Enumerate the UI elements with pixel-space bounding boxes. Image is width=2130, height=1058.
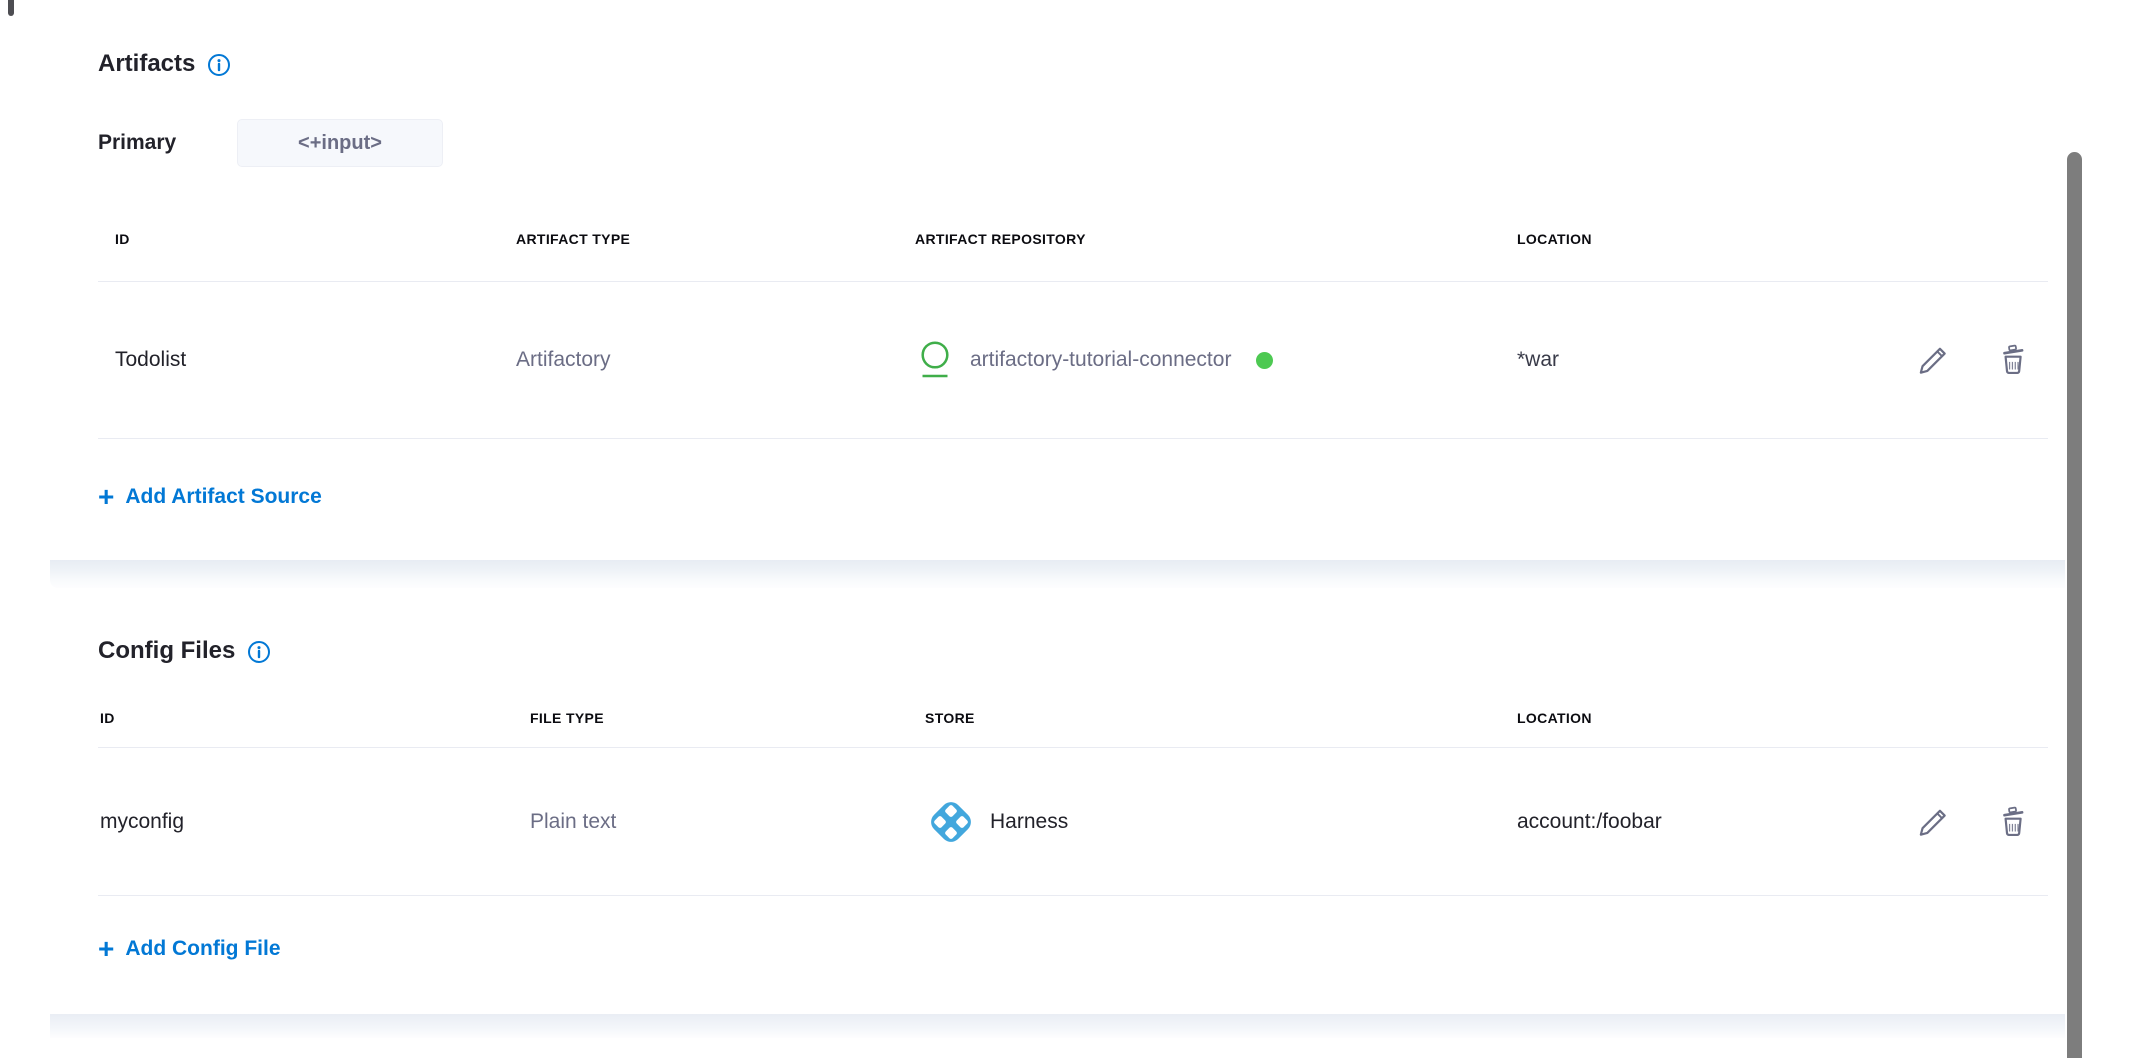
connected-status-dot xyxy=(1256,352,1273,369)
section-divider xyxy=(50,560,2065,588)
service-config-page: Artifacts Primary <+input> ID ARTIFACT T… xyxy=(0,0,2130,1058)
artifact-id-cell: Todolist xyxy=(98,348,516,372)
store-name: Harness xyxy=(990,810,1068,834)
row-actions xyxy=(1880,341,2048,379)
column-header-id: ID xyxy=(98,231,516,247)
config-files-title-text: Config Files xyxy=(98,636,235,666)
plus-icon: + xyxy=(98,484,114,510)
artifact-location-cell: *war xyxy=(1517,348,1880,372)
artifact-type-cell: Artifactory xyxy=(516,348,915,372)
file-type-cell: Plain text xyxy=(530,810,925,834)
harness-logo-icon xyxy=(925,796,977,848)
plus-icon: + xyxy=(98,936,114,962)
trash-icon[interactable] xyxy=(1994,803,2032,841)
config-files-table: ID FILE TYPE STORE LOCATION myconfig Pla… xyxy=(98,688,2048,896)
artifact-repository-cell: artifactory-tutorial-connector xyxy=(915,338,1517,382)
add-config-file-button[interactable]: + Add Config File xyxy=(98,936,281,962)
primary-label: Primary xyxy=(98,131,237,155)
artifacts-table-header: ID ARTIFACT TYPE ARTIFACT REPOSITORY LOC… xyxy=(98,197,2048,282)
column-header-store: STORE xyxy=(925,710,1517,726)
config-files-section-title: Config Files xyxy=(98,636,2065,666)
row-actions xyxy=(1880,803,2048,841)
config-table-header: ID FILE TYPE STORE LOCATION xyxy=(98,688,2048,748)
trash-icon[interactable] xyxy=(1994,341,2032,379)
content-area: Artifacts Primary <+input> ID ARTIFACT T… xyxy=(50,0,2065,1038)
info-icon[interactable] xyxy=(207,53,231,77)
artifactory-connector-icon xyxy=(915,338,955,382)
column-header-location: LOCATION xyxy=(1517,710,1880,726)
connector-name: artifactory-tutorial-connector xyxy=(970,348,1231,372)
config-id-cell: myconfig xyxy=(98,810,530,834)
artifacts-section-title: Artifacts xyxy=(98,49,2065,79)
add-config-file-label: Add Config File xyxy=(125,937,280,961)
column-header-id: ID xyxy=(98,710,530,726)
artifacts-section: Artifacts Primary <+input> ID ARTIFACT T… xyxy=(50,0,2065,560)
column-header-location: LOCATION xyxy=(1517,231,1880,247)
artifacts-table: ID ARTIFACT TYPE ARTIFACT REPOSITORY LOC… xyxy=(98,197,2048,439)
artifacts-title-text: Artifacts xyxy=(98,49,195,79)
info-icon[interactable] xyxy=(247,640,271,664)
store-cell: Harness xyxy=(925,796,1517,848)
column-header-file-type: FILE TYPE xyxy=(530,710,925,726)
edge-scrollbar-fragment xyxy=(8,0,14,16)
pencil-icon[interactable] xyxy=(1914,803,1952,841)
column-header-artifact-repository: ARTIFACT REPOSITORY xyxy=(915,231,1517,247)
config-files-section: Config Files ID FILE TYPE STORE LOCATION… xyxy=(50,588,2065,1014)
table-row: myconfig Plain text xyxy=(98,748,2048,896)
section-divider xyxy=(50,1014,2065,1038)
vertical-scrollbar[interactable] xyxy=(2067,152,2082,1058)
config-location-cell: account:/foobar xyxy=(1517,810,1880,834)
add-artifact-source-label: Add Artifact Source xyxy=(125,485,321,509)
column-header-artifact-type: ARTIFACT TYPE xyxy=(516,231,915,247)
add-artifact-source-button[interactable]: + Add Artifact Source xyxy=(98,484,322,510)
primary-artifact-row: Primary <+input> xyxy=(98,119,2065,167)
pencil-icon[interactable] xyxy=(1914,341,1952,379)
primary-runtime-input[interactable]: <+input> xyxy=(237,119,443,167)
table-row: Todolist Artifactory artifactory-tutoria… xyxy=(98,282,2048,439)
